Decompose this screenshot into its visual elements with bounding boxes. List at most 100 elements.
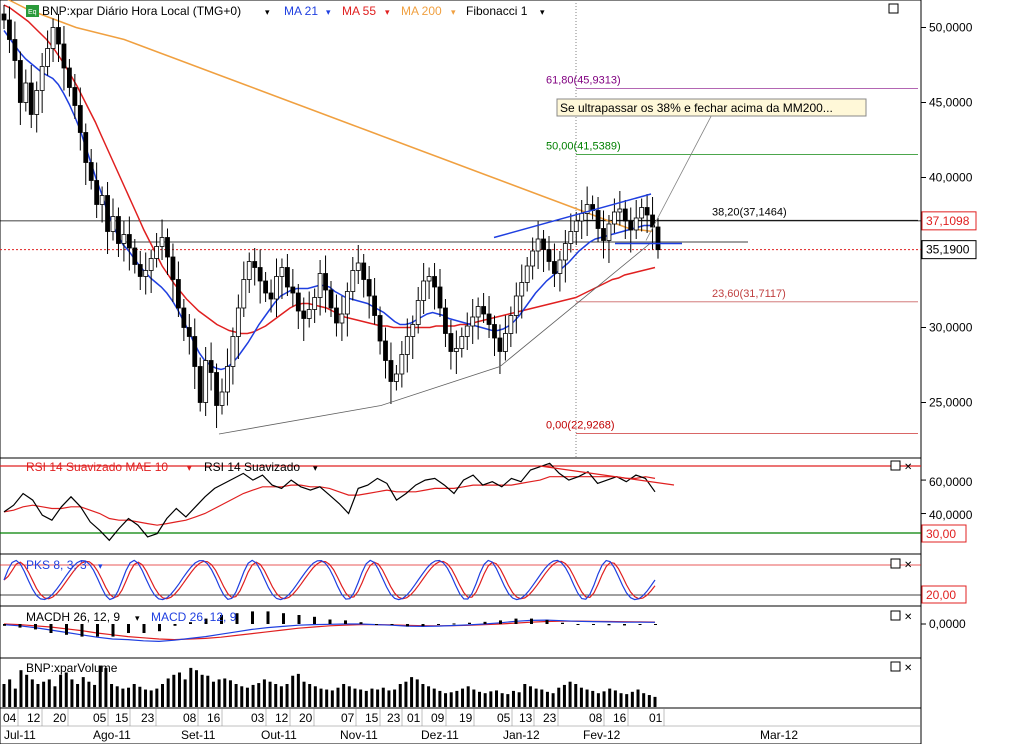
candle [502, 333, 508, 352]
volume-bar [161, 684, 165, 707]
volume-bar [602, 691, 606, 707]
volume-bar [376, 689, 380, 707]
day-label: 04 [3, 711, 17, 725]
macd-legend[interactable]: MACD 26, 12, 9 [151, 610, 237, 624]
ma200-dropdown-icon[interactable]: ▾ [451, 7, 456, 17]
macd-histogram-bar [592, 624, 595, 625]
volume-bar [387, 690, 391, 707]
volume-bar [489, 691, 493, 707]
macdh-legend[interactable]: MACDH 26, 12, 9 [26, 610, 120, 624]
day-label: 07 [341, 711, 355, 725]
macd-histogram-bar [313, 616, 316, 624]
volume-bar [444, 693, 448, 707]
candle [644, 207, 650, 216]
volume-bar [551, 693, 555, 707]
volume-maximize-icon[interactable] [890, 661, 901, 672]
volume-bar [110, 684, 114, 707]
title-dropdown-icon[interactable]: ▾ [265, 7, 270, 17]
price-panel [0, 0, 922, 459]
macd-histogram-bar [282, 613, 285, 624]
candle [426, 276, 432, 282]
pks-close-icon[interactable]: ✕ [904, 560, 912, 571]
volume-bar [279, 686, 283, 707]
fibonacci-dropdown-icon[interactable]: ▾ [540, 7, 545, 17]
macd-histogram-bar [607, 624, 611, 626]
month-label: Dez-11 [421, 728, 459, 742]
day-label: 12 [27, 711, 41, 725]
volume-bar [534, 688, 538, 707]
volume-bar [138, 686, 142, 707]
volume-bar [206, 675, 210, 707]
candle [181, 307, 187, 328]
chart-title[interactable]: BNP:xpar Diário Hora Local (TMG+0) [42, 4, 241, 18]
macd-maximize-icon[interactable] [890, 610, 901, 621]
candle [334, 307, 339, 324]
candle [268, 292, 274, 300]
candle [279, 267, 285, 277]
rsi-close-icon[interactable]: ✕ [904, 462, 912, 473]
legend-ma200[interactable]: MA 200 [401, 4, 442, 18]
day-label: 05 [497, 711, 511, 725]
rsi-ma-legend[interactable]: RSI 14 Suavizado MAE 10 [26, 460, 168, 474]
rsi-ma-dropdown-icon[interactable]: ▾ [187, 463, 192, 473]
macd-close-icon[interactable]: ✕ [904, 612, 912, 623]
candle [50, 27, 56, 49]
macd-histogram-bar [576, 624, 580, 625]
candle [306, 309, 312, 319]
candle [263, 280, 269, 294]
macd-histogram-bar [142, 624, 146, 633]
month-label: Fev-12 [583, 728, 621, 742]
legend-ma21[interactable]: MA 21 [284, 4, 318, 18]
volume-bar [427, 686, 431, 707]
candle [323, 273, 328, 291]
day-label: 09 [431, 711, 445, 725]
volume-bar [557, 687, 561, 707]
maximize-icon[interactable] [888, 3, 899, 14]
candle [126, 234, 132, 249]
volume-bar [415, 679, 419, 707]
macd-histogram-bar [623, 624, 626, 626]
rsi-maximize-icon[interactable] [890, 460, 901, 471]
day-label: 20 [53, 711, 67, 725]
month-label: Set-11 [181, 728, 216, 742]
candle [219, 391, 225, 406]
volume-bar [189, 667, 193, 707]
day-label: 08 [589, 711, 603, 725]
volume-bar [517, 692, 521, 707]
macd-histogram-bar [545, 619, 549, 624]
candle [105, 195, 110, 232]
ma55-dropdown-icon[interactable]: ▾ [385, 7, 390, 17]
macdh-dropdown-icon[interactable]: ▾ [135, 613, 140, 623]
volume-bar [42, 681, 46, 707]
volume-bar [613, 690, 617, 707]
candle [148, 258, 154, 271]
macd-histogram-bar [344, 620, 347, 624]
rsi-dropdown-icon[interactable]: ▾ [313, 463, 318, 473]
volume-legend[interactable]: BNP:xparVolume [26, 661, 118, 675]
pks-level-label: 20,00 [926, 588, 956, 602]
volume-bar [625, 694, 629, 707]
ma21-dropdown-icon[interactable]: ▾ [326, 7, 331, 17]
volume-close-icon[interactable]: ✕ [904, 663, 912, 674]
macd-histogram-bar [499, 620, 502, 624]
volume-bar [461, 688, 465, 707]
pks-dropdown-icon[interactable]: ▾ [98, 561, 103, 571]
legend-ma55[interactable]: MA 55 [342, 4, 376, 18]
candle [443, 307, 448, 334]
fibonacci-level-label: 38,20(37,1464) [712, 206, 787, 218]
volume-bar [87, 681, 91, 707]
pks-maximize-icon[interactable] [890, 558, 901, 569]
pks-legend[interactable]: PKS 8, 3, 3 [26, 558, 87, 572]
volume-bar [596, 693, 600, 707]
candle [257, 267, 263, 282]
volume-bar [172, 674, 176, 707]
candle [552, 261, 557, 274]
candle [557, 259, 563, 274]
candle [17, 60, 23, 103]
macd-histogram-bar [49, 624, 53, 633]
rsi-legend[interactable]: RSI 14 Suavizado [204, 460, 300, 474]
legend-fibonacci[interactable]: Fibonacci 1 [466, 4, 528, 18]
volume-bar [455, 690, 459, 707]
candle [519, 282, 525, 297]
candle [34, 90, 40, 115]
